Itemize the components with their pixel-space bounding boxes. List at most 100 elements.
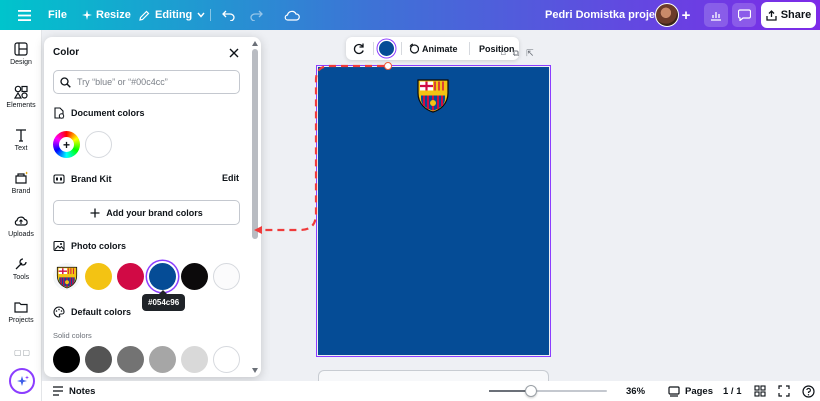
pages-icon	[668, 385, 680, 397]
photo-color-swatch[interactable]	[117, 263, 144, 290]
chevron-down-icon	[197, 12, 205, 18]
brand-kit-edit-link[interactable]: Edit	[222, 173, 239, 183]
toolbar-divider	[469, 42, 470, 55]
avatar[interactable]	[655, 3, 679, 27]
add-collaborator-icon[interactable]: +	[679, 0, 693, 30]
bottom-bar: Notes 36% Pages 1 / 1	[42, 381, 820, 401]
rail-label-tools: Tools	[12, 274, 30, 281]
solid-color-swatch[interactable]	[181, 346, 208, 373]
photo-color-swatch[interactable]	[213, 263, 240, 290]
pages-button[interactable]: Pages	[668, 381, 713, 401]
solid-color-swatch[interactable]	[117, 346, 144, 373]
help-icon[interactable]	[802, 381, 815, 401]
photo-icon	[53, 240, 65, 252]
resize-button[interactable]: Resize	[82, 0, 131, 30]
add-brand-colors-button[interactable]: Add your brand colors	[53, 200, 240, 225]
color-search-input[interactable]	[77, 77, 227, 87]
comment-icon[interactable]	[732, 3, 756, 27]
rail-label-projects: Projects	[8, 317, 34, 324]
fullscreen-icon[interactable]	[778, 381, 790, 401]
pages-label: Pages	[685, 385, 713, 397]
rail-item-elements[interactable]: Elements	[0, 79, 42, 115]
document-color-swatch[interactable]	[85, 131, 112, 158]
more-apps-icon[interactable]: ▢▢	[14, 348, 31, 357]
toolbar-divider	[401, 42, 402, 55]
left-rail: Design Elements Text Brand Uploads Tools…	[0, 30, 42, 401]
project-title[interactable]: Pedri Domistka project	[545, 0, 665, 30]
notes-button[interactable]: Notes	[52, 381, 95, 401]
color-hex-tooltip: #054c96	[142, 290, 186, 311]
menu-icon[interactable]	[14, 0, 34, 30]
color-panel: Color Document colors + Brand Kit Edit A…	[44, 37, 261, 377]
rail-item-text[interactable]: Text	[0, 122, 42, 158]
solid-color-swatch[interactable]	[53, 346, 80, 373]
scrollbar-thumb[interactable]	[252, 49, 258, 239]
toolbar-divider	[373, 42, 374, 55]
photo-thumbnail-swatch[interactable]	[53, 263, 80, 290]
solid-color-swatch[interactable]	[213, 346, 240, 373]
barcelona-crest-icon	[56, 266, 77, 288]
rail-label-brand: Brand	[11, 188, 31, 195]
palette-icon	[53, 306, 65, 318]
add-page-icon[interactable]: ⇱	[526, 48, 534, 59]
photo-color-swatch[interactable]	[85, 263, 112, 290]
page-count: 1 / 1	[723, 385, 742, 397]
text-icon	[16, 129, 26, 142]
rail-label-text: Text	[14, 145, 28, 152]
plus-icon	[90, 208, 100, 217]
rail-item-design[interactable]: Design	[0, 36, 42, 72]
scroll-up-icon[interactable]	[252, 41, 258, 46]
elements-icon	[14, 85, 28, 99]
top-bar: File Resize Editing Pedri Domistka proje…	[0, 0, 820, 30]
uploads-icon	[14, 216, 28, 226]
undo-icon[interactable]	[222, 0, 235, 30]
design-icon	[14, 42, 28, 56]
magic-sparkle-button[interactable]	[9, 368, 35, 394]
rail-item-projects[interactable]: Projects	[0, 294, 42, 330]
share-label: Share	[780, 9, 812, 21]
barcelona-crest-icon[interactable]	[416, 77, 450, 113]
brand-kit-icon	[53, 174, 65, 184]
rail-label-design: Design	[10, 59, 32, 66]
rail-item-brand[interactable]: Brand	[0, 165, 42, 201]
panel-scrollbar[interactable]	[251, 41, 259, 373]
notes-label: Notes	[69, 385, 96, 397]
document-colors-icon	[54, 107, 65, 119]
page-actions: ⌑ ⧉ ⇱	[501, 48, 534, 59]
photo-color-swatch[interactable]	[149, 263, 176, 290]
sparkle-icon	[82, 10, 92, 20]
rail-item-uploads[interactable]: Uploads	[0, 208, 42, 244]
page-drag-handle[interactable]	[384, 62, 392, 70]
grid-view-icon[interactable]	[754, 381, 766, 401]
analytics-icon[interactable]	[704, 3, 728, 27]
brand-icon	[15, 171, 28, 184]
lock-page-icon[interactable]: ⌑	[501, 48, 506, 59]
color-search-field[interactable]	[53, 70, 240, 94]
solid-color-swatch[interactable]	[149, 346, 176, 373]
solid-color-swatch[interactable]	[85, 346, 112, 373]
zoom-slider-handle[interactable]	[525, 385, 537, 397]
add-color-button[interactable]: +	[53, 131, 80, 158]
cloud-save-icon[interactable]	[284, 0, 300, 30]
share-button[interactable]: Share	[761, 2, 816, 28]
animate-button[interactable]: Animate	[408, 37, 458, 60]
toolbar-divider	[210, 9, 211, 21]
replace-icon[interactable]	[352, 37, 366, 60]
duplicate-page-icon[interactable]: ⧉	[513, 48, 519, 59]
panel-title: Color	[53, 47, 80, 58]
close-icon[interactable]	[227, 46, 241, 60]
file-menu[interactable]: File	[48, 0, 67, 30]
zoom-level[interactable]: 36%	[626, 381, 645, 401]
scroll-down-icon[interactable]	[252, 368, 258, 373]
magic-sparkle-icon	[16, 375, 29, 386]
photo-colors-header: Photo colors	[53, 239, 126, 253]
document-colors-header: Document colors	[53, 106, 145, 120]
redo-icon[interactable]	[250, 0, 263, 30]
rail-label-uploads: Uploads	[8, 231, 34, 238]
rail-item-tools[interactable]: Tools	[0, 251, 42, 287]
editing-mode-button[interactable]: Editing	[139, 0, 205, 30]
plus-icon: +	[59, 137, 74, 152]
photo-color-swatch[interactable]	[181, 263, 208, 290]
background-color-button[interactable]	[379, 41, 394, 56]
pencil-icon	[139, 10, 150, 21]
